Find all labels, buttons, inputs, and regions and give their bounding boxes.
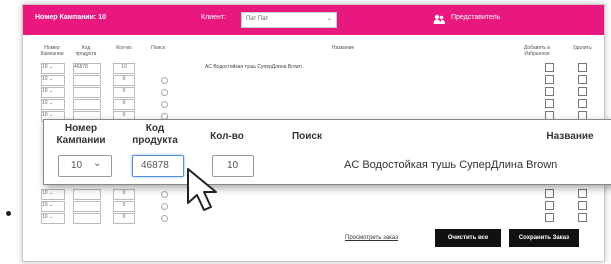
favorite-checkbox[interactable]: [545, 213, 554, 222]
table-row: 10 ⌄ 46878 10 AC Водостойкая тушь СуперД…: [37, 63, 592, 74]
qty-input[interactable]: 0: [113, 87, 135, 98]
search-icon[interactable]: [161, 203, 168, 210]
qty-input[interactable]: 0: [113, 75, 135, 86]
qty-input[interactable]: 0: [113, 213, 135, 224]
header-search: Поиск: [151, 45, 165, 51]
favorite-checkbox[interactable]: [545, 99, 554, 108]
zoom-product-name: AC Водостойкая тушь СуперДлина Brown: [344, 159, 558, 171]
zoom-campaign-select[interactable]: 10 ⌄: [58, 155, 112, 177]
favorite-checkbox[interactable]: [545, 75, 554, 84]
delete-checkbox[interactable]: [578, 87, 587, 96]
table-row: 10 ⌄ 0: [37, 87, 592, 98]
qty-input[interactable]: 0: [113, 99, 135, 110]
campaign-select[interactable]: 10 ⌄: [41, 87, 65, 98]
favorite-checkbox[interactable]: [545, 63, 554, 72]
client-select-value: Пат Пат: [246, 16, 269, 22]
favorite-checkbox[interactable]: [545, 87, 554, 96]
product-code-input[interactable]: 46878: [73, 63, 101, 74]
table-row: 10 ⌄ 0: [37, 213, 592, 224]
header-name: Название: [331, 45, 355, 51]
product-name: AC Водостойкая тушь СуперДлина Brown: [205, 64, 302, 70]
qty-input[interactable]: 0: [113, 189, 135, 200]
zoom-header-qty: Кол-во: [210, 131, 244, 142]
client-label: Клиент:: [201, 14, 226, 21]
mouse-pointer-icon: [187, 168, 217, 211]
search-icon[interactable]: [161, 215, 168, 222]
product-code-input[interactable]: [73, 99, 101, 110]
campaign-select[interactable]: 10 ⌄: [41, 189, 65, 200]
header-delete: Удалить: [572, 45, 592, 51]
header-qty: Кол-во: [116, 45, 132, 51]
user-name: Представитель: [451, 14, 501, 21]
client-select[interactable]: Пат Пат ⌄: [241, 12, 337, 28]
delete-checkbox[interactable]: [578, 213, 587, 222]
table-row: 10 ⌄ 0: [37, 75, 592, 86]
delete-checkbox[interactable]: [578, 63, 587, 72]
favorite-checkbox[interactable]: [545, 201, 554, 210]
favorite-checkbox[interactable]: [545, 189, 554, 198]
table-row: 10 ⌄ 0: [37, 189, 592, 200]
header-campaign: Номер Кампании: [40, 45, 64, 57]
campaign-select[interactable]: 10 ⌄: [41, 63, 65, 74]
qty-input[interactable]: 0: [113, 201, 135, 212]
delete-checkbox[interactable]: [578, 201, 587, 210]
zoomed-row-callout: Номер Кампании Код продукта Кол-во Поиск…: [43, 119, 611, 185]
chevron-down-icon: ⌄: [93, 158, 102, 169]
search-icon[interactable]: [161, 101, 168, 108]
product-code-input[interactable]: [73, 213, 101, 224]
campaign-number-label: Номер Кампании: 10: [35, 14, 106, 21]
table-row: 10 ⌄ 0: [37, 201, 592, 212]
campaign-select[interactable]: 10 ⌄: [41, 201, 65, 212]
view-order-link[interactable]: Просмотреть заказ: [345, 235, 398, 241]
header-product-code: Код продукта: [75, 45, 97, 57]
zoom-header-campaign: Номер Кампании: [56, 123, 106, 146]
zoom-header-search: Поиск: [291, 131, 322, 142]
product-code-input[interactable]: [73, 201, 101, 212]
product-code-input[interactable]: [73, 75, 101, 86]
top-bar: Номер Кампании: 10 Клиент: Пат Пат ⌄ Пре…: [23, 5, 604, 35]
campaign-select[interactable]: 10 ⌄: [41, 213, 65, 224]
zoom-header-name: Название: [546, 131, 594, 142]
campaign-select[interactable]: 10 ⌄: [41, 75, 65, 86]
delete-checkbox[interactable]: [578, 99, 587, 108]
campaign-select[interactable]: 10 ⌄: [41, 99, 65, 110]
clear-all-button[interactable]: Очистить все: [435, 229, 501, 247]
delete-checkbox[interactable]: [578, 75, 587, 84]
chevron-down-icon: ⌄: [326, 16, 332, 22]
search-icon[interactable]: [161, 89, 168, 96]
qty-input[interactable]: 10: [113, 63, 135, 74]
bullet-dot: [6, 211, 11, 216]
product-code-input[interactable]: [73, 189, 101, 200]
header-add-favorites: Добавить в Избранное: [523, 45, 551, 57]
save-order-button[interactable]: Сохранить Заказ: [509, 229, 579, 247]
table-row: 10 ⌄ 0: [37, 99, 592, 110]
zoom-header-product-code: Код продукта: [132, 123, 178, 146]
search-icon[interactable]: [161, 191, 168, 198]
product-code-input[interactable]: [73, 87, 101, 98]
delete-checkbox[interactable]: [578, 189, 587, 198]
zoom-product-code-input[interactable]: 46878: [132, 155, 184, 177]
search-icon[interactable]: [161, 77, 168, 84]
users-icon: [433, 14, 445, 24]
